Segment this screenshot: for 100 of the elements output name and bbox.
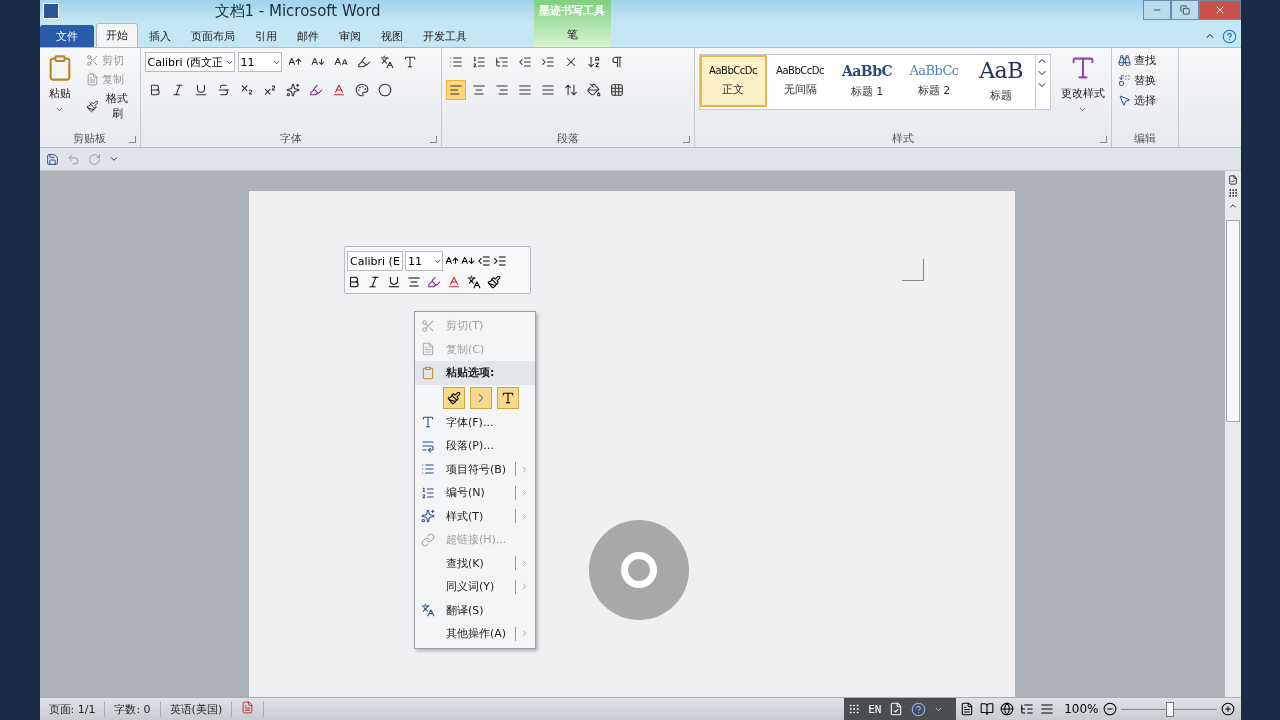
restore-button[interactable] (1170, 0, 1199, 20)
web-layout-icon[interactable] (1000, 702, 1015, 716)
style-item[interactable]: AaBbCcDc 无间隔 (766, 55, 834, 107)
editing-command[interactable]: 查找 (1115, 52, 1158, 69)
ime-language[interactable]: EN (868, 702, 882, 716)
pen-tab[interactable]: 笔 (566, 27, 578, 42)
ribbon-tab[interactable]: 邮件 (287, 25, 328, 47)
file-tab[interactable]: 文件 (39, 25, 94, 47)
status-item[interactable]: 英语(美国) (160, 701, 233, 717)
binoculars-icon (1117, 54, 1131, 67)
ribbon-tab[interactable]: 引用 (245, 25, 286, 47)
menu-item[interactable]: 字体(F)... (415, 410, 535, 434)
align-icon[interactable] (407, 275, 421, 289)
draft-icon[interactable] (1040, 702, 1055, 716)
italic-icon (170, 83, 185, 97)
bold-icon[interactable] (347, 275, 361, 289)
editing-command[interactable]: 选择 (1115, 92, 1158, 109)
dialog-launcher-icon[interactable] (128, 136, 136, 143)
keep-text-only-button[interactable] (497, 386, 519, 409)
decrease-indent-icon[interactable] (477, 254, 491, 268)
ribbon-tab[interactable]: 审阅 (329, 25, 370, 47)
align-button[interactable] (445, 80, 466, 100)
ribbon-tab[interactable]: 开发工具 (413, 25, 476, 47)
menu-item[interactable]: 段落(P)... (415, 434, 535, 458)
dialog-launcher-icon[interactable] (1099, 136, 1107, 143)
scroll-up-icon (1227, 201, 1238, 211)
line-spacing-icon (563, 83, 578, 97)
restore-icon (1179, 5, 1190, 15)
pan-icon (1227, 188, 1238, 198)
reading-view-icon[interactable] (980, 702, 995, 716)
eraser-icon (356, 55, 371, 69)
style-item[interactable]: AaBbCc 标题 2 (900, 55, 968, 107)
styles-icon (421, 509, 435, 524)
menu-item[interactable]: 样式(T) (415, 504, 535, 528)
italic-icon[interactable] (367, 275, 381, 289)
multilevel-list-icon (494, 55, 509, 69)
menu-item[interactable]: 编号(N) (415, 481, 535, 505)
app-icon[interactable] (42, 3, 59, 19)
char-shading-icon (354, 83, 369, 97)
save-icon[interactable] (45, 152, 59, 166)
font-color-icon[interactable] (447, 275, 461, 289)
dialog-launcher-icon[interactable] (429, 136, 437, 143)
ruler-toggle-icon (1227, 175, 1238, 185)
align-icon (540, 83, 555, 97)
copy-icon (421, 342, 435, 357)
highlight-icon (308, 83, 323, 97)
ribbon-tab[interactable]: 视图 (371, 25, 412, 47)
phonetic-icon[interactable] (467, 275, 481, 289)
bullets-icon (448, 55, 463, 69)
increase-indent-icon[interactable] (493, 254, 507, 268)
ribbon-tab[interactable]: 插入 (139, 25, 180, 47)
ribbon-tab[interactable]: 开始 (95, 23, 138, 47)
ribbon-tab[interactable]: 页面布局 (181, 25, 244, 47)
style-item[interactable]: AaBbC 标题 1 (833, 55, 901, 107)
change-styles-button[interactable]: 更改样式 (1058, 52, 1107, 129)
show-marks-icon (609, 55, 624, 69)
menu-item[interactable]: 翻译(S) (415, 598, 535, 622)
enclose-char-icon (377, 83, 392, 97)
dialog-launcher-icon[interactable] (682, 136, 690, 143)
underline-icon[interactable] (387, 275, 401, 289)
status-item[interactable]: 字数: 0 (105, 701, 161, 717)
brush-icon[interactable] (487, 275, 501, 289)
document-check-icon[interactable] (889, 702, 904, 716)
clipboard-command[interactable]: 格式刷 (83, 90, 136, 122)
font-size-field[interactable]: 11 (405, 251, 443, 271)
highlight-icon[interactable] (427, 275, 441, 289)
superscript-icon (262, 83, 277, 97)
customize-caret-icon[interactable] (108, 154, 119, 164)
copy-icon (85, 73, 99, 86)
numbering-icon (471, 55, 486, 69)
style-item[interactable]: AaB 标题 (967, 55, 1035, 107)
caret-icon (55, 105, 64, 114)
menu-item[interactable]: 其他操作(A) (415, 622, 535, 646)
style-item[interactable]: AaBbCcDc 正文 (699, 55, 767, 107)
outline-icon[interactable] (1020, 702, 1035, 716)
zoom-in-icon[interactable] (1220, 702, 1235, 716)
help-icon[interactable] (911, 701, 927, 717)
subscript-icon (239, 83, 254, 97)
keep-formatting-button[interactable] (443, 386, 465, 409)
proofing-icon (241, 701, 255, 714)
status-item[interactable]: 页面: 1/1 (39, 701, 106, 717)
zoom-level[interactable]: 100% (1064, 702, 1099, 716)
font-size-field[interactable]: 11 (237, 52, 282, 72)
group-label: 段落 (556, 130, 579, 146)
font-name-field[interactable]: Calibri (E (347, 251, 403, 271)
menu-item[interactable]: 查找(K) (415, 551, 535, 575)
brush-icon (85, 99, 99, 113)
align-icon (494, 83, 509, 97)
zoom-slider-thumb[interactable] (1165, 701, 1174, 717)
menu-item[interactable]: 项目符号(B) (415, 457, 535, 481)
paste-button[interactable]: 粘贴 (43, 52, 76, 129)
menu-item[interactable]: 同义词(Y) (415, 575, 535, 599)
align-icon (448, 83, 463, 97)
print-layout-icon[interactable] (960, 702, 975, 716)
editing-command[interactable]: 替换 (1115, 72, 1158, 89)
help-icon[interactable] (1221, 28, 1237, 44)
font-name-field[interactable]: Calibri (西文正 (144, 52, 235, 72)
underline-icon (193, 83, 208, 97)
zoom-out-icon[interactable] (1102, 702, 1117, 716)
increase-indent-icon (540, 55, 555, 69)
